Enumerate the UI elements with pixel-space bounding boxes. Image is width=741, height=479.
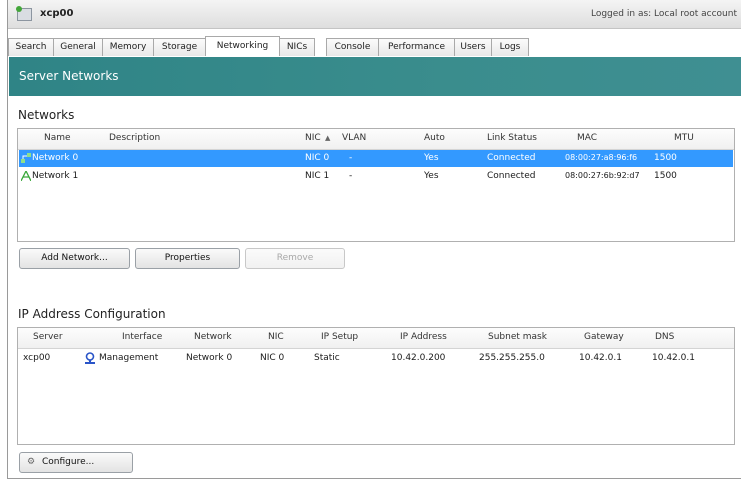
column-header-link-status[interactable]: Link Status: [487, 133, 537, 143]
ip-network: Network 0: [186, 353, 233, 363]
title-bar: xcp00 Logged in as: Local root account: [8, 0, 741, 29]
network-nic: NIC 1: [305, 171, 330, 181]
network-link-status: Connected: [487, 153, 536, 163]
tab-search[interactable]: Search: [8, 38, 54, 56]
column-header-ip-address[interactable]: IP Address: [400, 332, 447, 342]
table-row[interactable]: Network 0 NIC 0 - Yes Connected 08:00:27…: [19, 150, 733, 167]
column-header-gateway[interactable]: Gateway: [584, 332, 624, 342]
configure-label: Configure...: [42, 457, 95, 467]
column-header-nic[interactable]: NIC: [305, 133, 321, 143]
networks-table: Name Description NIC ▲ VLAN Auto Link St…: [17, 128, 735, 242]
network-link-status: Connected: [487, 171, 536, 181]
column-header-name[interactable]: Name: [44, 133, 71, 143]
column-header-server[interactable]: Server: [33, 332, 63, 342]
ip-interface: Management: [99, 353, 159, 363]
network-mac: 08:00:27:6b:92:d7: [565, 171, 640, 180]
tab-storage[interactable]: Storage: [153, 38, 206, 56]
management-interface-icon: [85, 352, 95, 364]
remove-button[interactable]: Remove: [245, 248, 345, 269]
tab-console[interactable]: Console: [326, 38, 379, 56]
ip-config-table-header: Server Interface Network NIC IP Setup IP…: [18, 328, 734, 349]
configure-button[interactable]: ⚙ Configure...: [19, 452, 133, 473]
tab-logs[interactable]: Logs: [491, 38, 529, 56]
column-header-interface[interactable]: Interface: [122, 332, 162, 342]
tab-nics[interactable]: NICs: [279, 38, 315, 56]
ip-address: 10.42.0.200: [391, 353, 446, 363]
column-header-auto[interactable]: Auto: [424, 133, 445, 143]
network-mtu: 1500: [654, 153, 677, 163]
tab-bar: Search General Memory Storage Networking…: [8, 36, 741, 56]
ip-server: xcp00: [23, 353, 51, 363]
networks-title: Networks: [18, 108, 75, 122]
network-vlan: -: [349, 171, 353, 181]
ip-config-title: IP Address Configuration: [18, 307, 166, 321]
network-mtu: 1500: [654, 171, 677, 181]
network-icon: [21, 171, 31, 181]
add-network-button[interactable]: Add Network...: [19, 248, 130, 269]
server-icon: [16, 6, 32, 21]
column-header-nic[interactable]: NIC: [268, 332, 284, 342]
network-icon: [21, 153, 31, 163]
ip-dns: 10.42.0.1: [652, 353, 695, 363]
column-header-vlan[interactable]: VLAN: [342, 133, 366, 143]
tab-performance[interactable]: Performance: [378, 38, 455, 56]
network-auto: Yes: [424, 171, 439, 181]
table-row[interactable]: Network 1 NIC 1 - Yes Connected 08:00:27…: [19, 168, 733, 185]
column-header-network[interactable]: Network: [194, 332, 232, 342]
tab-general[interactable]: General: [53, 38, 103, 56]
sort-ascending-icon: ▲: [325, 134, 331, 142]
window-title: xcp00: [40, 8, 74, 19]
column-header-ip-setup[interactable]: IP Setup: [321, 332, 358, 342]
properties-button[interactable]: Properties: [135, 248, 240, 269]
server-networks-banner: Server Networks: [9, 57, 741, 96]
column-header-mtu[interactable]: MTU: [674, 133, 694, 143]
column-header-dns[interactable]: DNS: [655, 332, 674, 342]
network-mac: 08:00:27:a8:96:f6: [565, 153, 638, 162]
column-header-subnet-mask[interactable]: Subnet mask: [488, 332, 547, 342]
network-name: Network 1: [32, 171, 79, 181]
main-window: xcp00 Logged in as: Local root account S…: [7, 0, 741, 479]
login-status: Logged in as: Local root account: [590, 9, 737, 19]
network-vlan: -: [349, 153, 353, 163]
ip-setup: Static: [314, 353, 340, 363]
tab-memory[interactable]: Memory: [102, 38, 154, 56]
table-row[interactable]: xcp00 Management Network 0 NIC 0 Static …: [19, 350, 733, 367]
ip-config-table: Server Interface Network NIC IP Setup IP…: [17, 327, 735, 445]
banner-title: Server Networks: [19, 69, 119, 83]
column-header-mac[interactable]: MAC: [577, 133, 597, 143]
tab-networking[interactable]: Networking: [205, 36, 280, 56]
network-auto: Yes: [424, 153, 439, 163]
networks-table-header: Name Description NIC ▲ VLAN Auto Link St…: [18, 129, 734, 150]
ip-gateway: 10.42.0.1: [579, 353, 622, 363]
ip-subnet-mask: 255.255.255.0: [479, 353, 545, 363]
wrench-icon: ⚙: [26, 457, 36, 467]
ip-nic: NIC 0: [260, 353, 285, 363]
column-header-description[interactable]: Description: [109, 133, 160, 143]
network-nic: NIC 0: [305, 153, 330, 163]
network-name: Network 0: [32, 153, 79, 163]
tab-users[interactable]: Users: [454, 38, 492, 56]
